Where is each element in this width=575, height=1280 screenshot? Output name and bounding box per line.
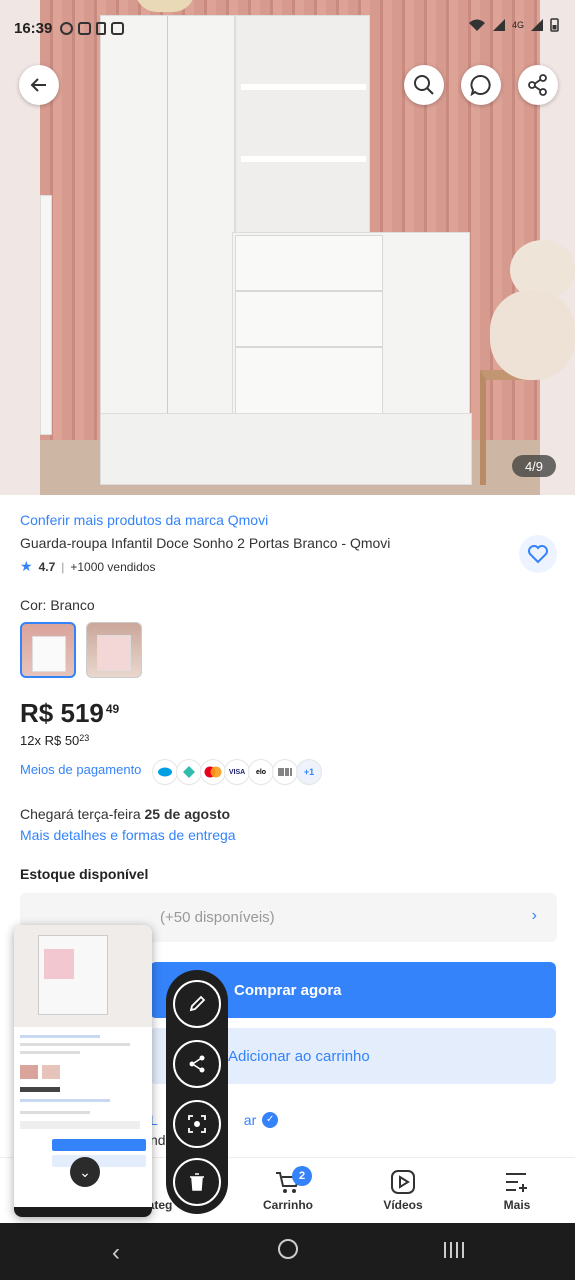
- delivery-info: Chegará terça-feira 25 de agosto: [20, 806, 230, 822]
- share-button[interactable]: [518, 65, 558, 105]
- image-base: [100, 413, 472, 485]
- image-left-panel: [40, 195, 52, 435]
- rating-row[interactable]: ★ 4.7 | +1000 vendidos: [20, 558, 155, 575]
- play-icon: [391, 1170, 415, 1194]
- edit-button[interactable]: [173, 980, 221, 1028]
- scan-icon: [188, 1115, 206, 1133]
- pencil-icon: [189, 995, 206, 1012]
- image-wardrobe: [100, 15, 235, 416]
- delete-button[interactable]: [173, 1158, 221, 1206]
- price-cents: 49: [105, 702, 120, 716]
- arrow-left-icon: [30, 78, 46, 92]
- delivery-prefix: Chegará terça-feira: [20, 806, 141, 822]
- signal-icon-2: [531, 19, 543, 31]
- share-icon-2: [189, 1055, 205, 1073]
- network-type: 4G: [511, 20, 524, 30]
- heart-icon: [528, 545, 548, 564]
- seller-partial-2: ar: [243, 1112, 257, 1128]
- image-counter: 4/9: [512, 455, 556, 477]
- pix-icon: [176, 759, 202, 785]
- expand-down-icon[interactable]: ⌄: [70, 1157, 100, 1187]
- search-icon: [414, 75, 434, 95]
- nav-videos-label: Vídeos: [383, 1198, 423, 1212]
- nav-more-label: Mais: [503, 1198, 531, 1212]
- seller-subtext: nd: [150, 1132, 166, 1148]
- whatsapp-button[interactable]: [461, 65, 501, 105]
- whatsapp-icon: [470, 75, 491, 96]
- color-swatch-2[interactable]: [86, 622, 142, 678]
- delivery-details-link[interactable]: Mais detalhes e formas de entrega: [20, 827, 236, 843]
- chevron-right-icon: ›: [531, 907, 537, 924]
- color-label: Cor: Branco: [20, 597, 95, 613]
- price: R$ 519 49: [20, 698, 119, 729]
- menu-plus-icon: [506, 1173, 527, 1192]
- status-bar: 16:39 4G: [0, 0, 575, 56]
- visa-icon: VISA: [224, 759, 250, 785]
- price-currency: R$: [20, 698, 54, 728]
- battery-icon: [550, 18, 559, 32]
- mastercard-icon: [200, 759, 226, 785]
- more-payments: +1: [296, 759, 322, 785]
- status-notification-icons: [60, 21, 125, 35]
- screenshot-thumbnail[interactable]: ⌄: [14, 925, 152, 1217]
- signal-icon: [492, 19, 505, 31]
- price-integer: 519: [60, 698, 104, 728]
- payment-methods-link[interactable]: Meios de pagamento: [20, 762, 141, 777]
- installment-cents: 23: [79, 733, 90, 743]
- nav-cart[interactable]: 2 Carrinho: [248, 1166, 328, 1212]
- brand-link[interactable]: Conferir mais produtos da marca Qmovi: [20, 512, 268, 528]
- nav-videos[interactable]: Vídeos: [363, 1166, 443, 1212]
- share-icon: [528, 74, 547, 96]
- back-button[interactable]: [19, 65, 59, 105]
- thumbnail-image: [14, 925, 152, 1027]
- nav-more[interactable]: Mais: [477, 1166, 557, 1212]
- stock-available: (+50 disponíveis): [160, 909, 275, 926]
- elo-icon: elo: [248, 759, 274, 785]
- scan-button[interactable]: [173, 1100, 221, 1148]
- back-nav-icon[interactable]: ‹: [112, 1239, 120, 1267]
- star-icon: ★: [20, 558, 33, 574]
- status-system-icons: 4G: [468, 18, 559, 32]
- recents-nav-icon[interactable]: [443, 1239, 465, 1267]
- favorite-button[interactable]: [519, 535, 557, 573]
- verified-icon: ✓: [262, 1112, 279, 1128]
- boleto-icon: [272, 759, 298, 785]
- rating-divider: |: [61, 559, 65, 574]
- home-nav-icon[interactable]: [276, 1237, 300, 1268]
- status-time: 16:39: [14, 19, 53, 37]
- payment-icons[interactable]: VISA elo +1: [152, 759, 322, 785]
- trash-icon: [190, 1173, 204, 1191]
- image-teddy: [490, 210, 575, 380]
- nav-cart-label: Carrinho: [262, 1198, 313, 1212]
- rating-value: 4.7: [38, 559, 56, 574]
- product-title: Guarda-roupa Infantil Doce Sonho 2 Porta…: [20, 535, 391, 551]
- search-button[interactable]: [404, 65, 444, 105]
- mercado-pago-icon: [152, 759, 178, 785]
- share-screenshot-button[interactable]: [173, 1040, 221, 1088]
- image-drawers: [232, 232, 470, 445]
- sold-count: +1000 vendidos: [70, 559, 156, 574]
- installment: 12x R$ 5023: [20, 733, 89, 748]
- delivery-date: 25 de agosto: [144, 806, 231, 822]
- color-swatch-1[interactable]: [20, 622, 76, 678]
- screenshot-toolbar: [166, 970, 228, 1214]
- system-nav-bar: ‹: [0, 1223, 575, 1280]
- installment-prefix: 12x R$: [20, 733, 62, 748]
- wifi-icon: [468, 19, 485, 31]
- installment-integer: 50: [64, 733, 80, 748]
- stock-title: Estoque disponível: [20, 866, 149, 882]
- cart-badge: 2: [292, 1166, 312, 1186]
